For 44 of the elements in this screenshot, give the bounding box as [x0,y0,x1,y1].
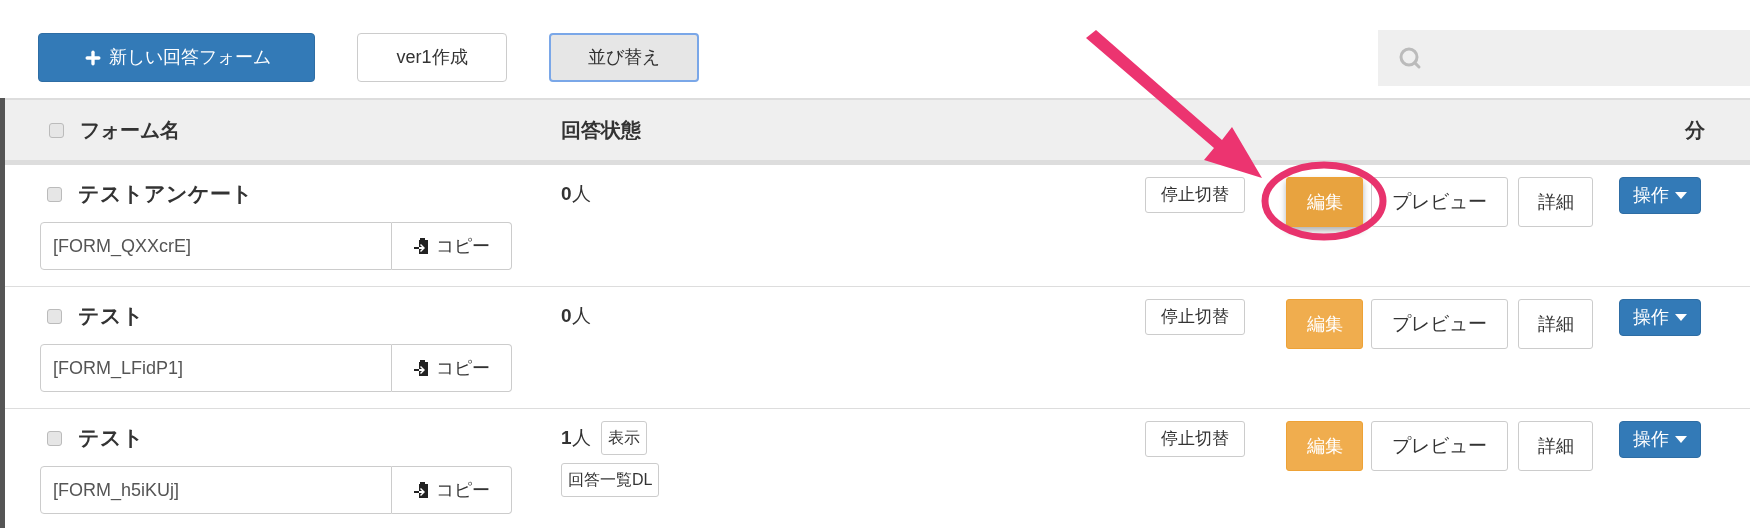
clipboard-icon [413,237,430,255]
form-code-field[interactable]: [FORM_QXXcrE] [40,222,392,270]
response-count: 0人 [561,181,591,206]
stop-toggle-button[interactable]: 停止切替 [1145,421,1245,457]
response-count: 0人 [561,303,591,328]
form-code-field[interactable]: [FORM_h5iKUj] [40,466,392,514]
toolbar-button[interactable]: ver1作成 [357,33,507,82]
show-button[interactable]: 表示 [600,421,647,455]
column-header: 分 [1685,118,1705,143]
caret-icon [1675,436,1687,443]
copy-button[interactable]: コピー [392,344,512,392]
form-name: テストアンケート [78,181,253,208]
new-form-button[interactable]: 新しい回答フォーム [38,33,315,82]
stop-toggle-button[interactable]: 停止切替 [1145,177,1245,213]
caret-icon [1675,192,1687,199]
toolbar-button[interactable]: 並び替え [549,33,699,82]
detail-button[interactable]: 詳細 [1518,299,1593,349]
caret-icon [1675,314,1687,321]
preview-button[interactable]: プレビュー [1371,299,1508,349]
copy-button[interactable]: コピー [392,466,512,514]
form-code-field[interactable]: [FORM_LFidP1] [40,344,392,392]
clipboard-icon [413,481,430,499]
checkbox[interactable] [47,430,62,446]
detail-button[interactable]: 詳細 [1518,421,1593,471]
response-count: 1人 [561,425,591,450]
action-menu-button[interactable]: 操作 [1619,177,1701,214]
form-name: テスト [78,425,144,452]
detail-button[interactable]: 詳細 [1518,177,1593,227]
preview-button[interactable]: プレビュー [1371,421,1508,471]
preview-button[interactable]: プレビュー [1371,177,1508,227]
column-header: 回答状態 [561,118,642,143]
clipboard-icon [413,359,430,377]
checkbox[interactable] [47,308,62,324]
column-header: フォーム名 [80,118,180,143]
checkbox[interactable] [47,186,62,202]
copy-button[interactable]: コピー [392,222,512,270]
form-name: テスト [78,303,144,330]
action-menu-button[interactable]: 操作 [1619,421,1701,458]
checkbox[interactable] [49,122,64,138]
search-icon [1398,46,1422,70]
download-button[interactable]: 回答一覧DL [561,463,660,497]
stop-toggle-button[interactable]: 停止切替 [1145,299,1245,335]
action-menu-button[interactable]: 操作 [1619,299,1701,336]
search-field[interactable] [1378,30,1750,86]
